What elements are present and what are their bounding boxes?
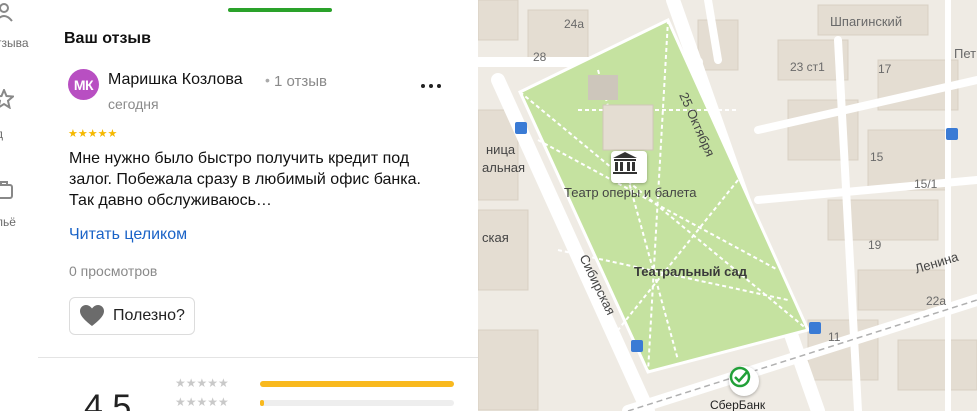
bus-stop-icon[interactable]	[631, 340, 643, 352]
bus-stop-icon[interactable]	[946, 128, 958, 140]
rating-bar-fill	[260, 381, 454, 387]
nav-label: льё	[0, 215, 16, 229]
poi-label-theatre[interactable]: Театр оперы и балета	[564, 185, 697, 200]
map-label: 15/1	[914, 177, 938, 191]
person-icon	[0, 3, 13, 22]
review-stars: ★★★★★	[68, 128, 118, 140]
map-label: ская	[482, 230, 509, 245]
sber-check-icon	[729, 366, 751, 388]
review-date: сегодня	[108, 96, 159, 112]
rating-bar-track	[260, 400, 454, 406]
active-tab-indicator	[228, 8, 332, 12]
bag-icon	[0, 181, 13, 199]
more-dot-icon	[421, 84, 425, 88]
more-dot-icon	[437, 84, 441, 88]
useful-label: Полезно?	[113, 307, 185, 324]
section-heading: Ваш отзыв	[64, 30, 151, 47]
street-label: Петр	[954, 46, 977, 61]
bus-stop-icon[interactable]	[809, 322, 821, 334]
poi-label-sber[interactable]: СберБанк	[710, 398, 765, 411]
sberbank-logo-icon[interactable]	[729, 366, 759, 396]
avatar[interactable]: МК	[68, 69, 99, 100]
map-label: 11	[828, 330, 841, 344]
bus-stop-icon[interactable]	[515, 122, 527, 134]
nav-label: д	[0, 127, 3, 141]
nav-item-bag[interactable]: льё	[0, 175, 38, 235]
map-canvas	[478, 0, 977, 411]
review-text: Мне нужно было быстро получить кредит по…	[69, 150, 421, 209]
read-more-link[interactable]: Читать целиком	[69, 226, 187, 244]
star-icon	[0, 89, 14, 109]
map-label: ница	[486, 142, 516, 157]
map-label: альная	[482, 160, 526, 175]
view-count: 0 просмотров	[69, 263, 158, 279]
map-label: 24а	[564, 17, 585, 31]
map-label: 28	[533, 50, 547, 64]
nav-item-reviews[interactable]: тзыва	[0, 0, 38, 52]
more-options-button[interactable]	[420, 76, 442, 96]
review-panel: Ваш отзыв МК Маришка Козлова • 1 отзыв с…	[38, 0, 478, 411]
map-label: 15	[870, 150, 884, 164]
rating-row-stars: ★★★★★	[175, 395, 229, 409]
map-label: 22а	[926, 294, 947, 308]
more-dot-icon	[429, 84, 433, 88]
author-name[interactable]: Маришка Козлова	[108, 71, 243, 89]
map-label: 23 ст1	[790, 60, 825, 74]
columns-icon	[613, 152, 637, 174]
street-label: Шпагинский	[830, 14, 903, 29]
park-label[interactable]: Театральный сад	[634, 264, 747, 279]
rating-bar-fill	[260, 400, 264, 406]
theatre-icon[interactable]	[611, 151, 647, 183]
nav-item-star[interactable]	[0, 85, 38, 115]
author-review-count: 1 отзыв	[274, 73, 328, 90]
average-rating: 4,5	[84, 388, 132, 411]
rating-row-stars: ★★★★★	[175, 376, 229, 390]
map[interactable]: 24а 28 23 ст1 17 15 15/1 19 22а 11 Шпаги…	[478, 0, 977, 411]
separator-dot: •	[265, 72, 270, 88]
left-nav: тзыва д льё	[0, 0, 39, 411]
map-label: 17	[878, 62, 892, 76]
useful-button[interactable]: Полезно?	[69, 297, 195, 335]
divider	[38, 357, 478, 358]
nav-item-door[interactable]: д	[0, 120, 38, 150]
nav-label: тзыва	[0, 36, 29, 50]
heart-icon	[80, 305, 104, 326]
map-label: 19	[868, 238, 882, 252]
